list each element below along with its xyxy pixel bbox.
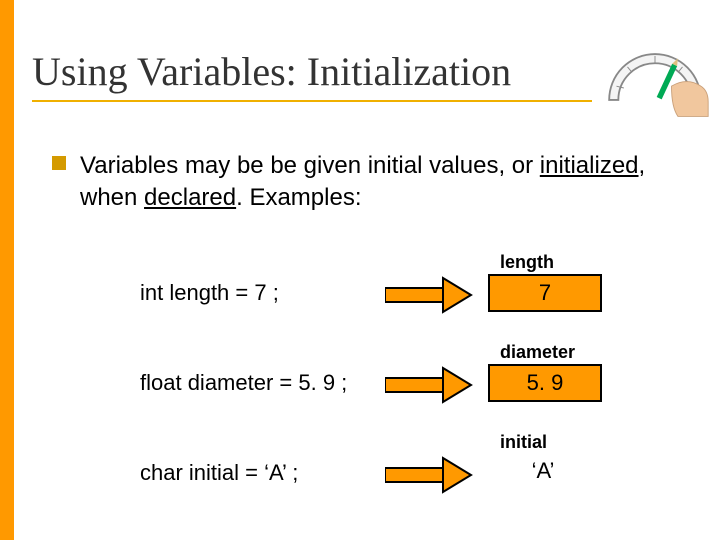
code-length: int length = 7 ;	[140, 280, 279, 306]
var-value-length: 7	[539, 280, 551, 306]
title-underline	[32, 100, 592, 102]
text-declared: declared	[144, 184, 236, 211]
arrow-icon	[385, 456, 473, 494]
var-label-length: length	[500, 252, 610, 273]
bullet-icon	[52, 156, 66, 170]
var-label-initial: initial	[500, 432, 610, 453]
example-row-length: int length = 7 ; length 7	[0, 250, 720, 330]
slide-title: Using Variables: Initialization	[32, 48, 511, 95]
protractor-image	[600, 34, 710, 120]
bullet-paragraph: Variables may be be given initial values…	[52, 150, 672, 215]
var-box-initial: ‘A’	[488, 454, 598, 488]
code-initial: char initial = ‘A’ ;	[140, 460, 298, 486]
arrow-icon	[385, 366, 473, 404]
text-post: . Examples:	[236, 184, 361, 211]
text-initialized: initialized	[540, 152, 639, 179]
example-row-initial: char initial = ‘A’ ; initial ‘A’	[0, 430, 720, 510]
var-value-diameter: 5. 9	[527, 370, 564, 396]
slide: Using Variables: Initialization Variable…	[0, 0, 720, 540]
var-box-length: 7	[488, 274, 602, 312]
example-row-diameter: float diameter = 5. 9 ; diameter 5. 9	[0, 340, 720, 420]
var-label-diameter: diameter	[500, 342, 610, 363]
var-box-diameter: 5. 9	[488, 364, 602, 402]
body-text: Variables may be be given initial values…	[80, 150, 672, 215]
text-pre: Variables may be be given initial values…	[80, 152, 540, 179]
var-value-initial: ‘A’	[532, 458, 555, 484]
code-diameter: float diameter = 5. 9 ;	[140, 370, 347, 396]
arrow-icon	[385, 276, 473, 314]
